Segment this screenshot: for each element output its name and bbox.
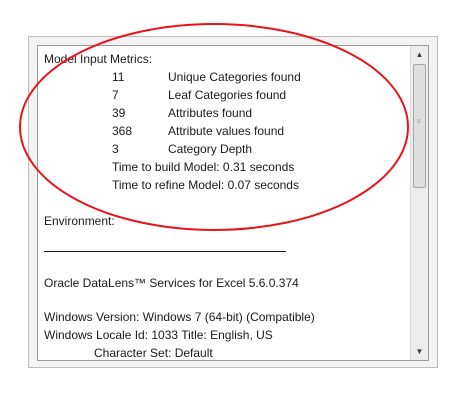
annotation-ellipse [19,23,409,231]
red-circle-highlight [19,23,409,231]
dialog-frame: Model Input Metrics: 11 Unique Categorie… [0,0,462,397]
